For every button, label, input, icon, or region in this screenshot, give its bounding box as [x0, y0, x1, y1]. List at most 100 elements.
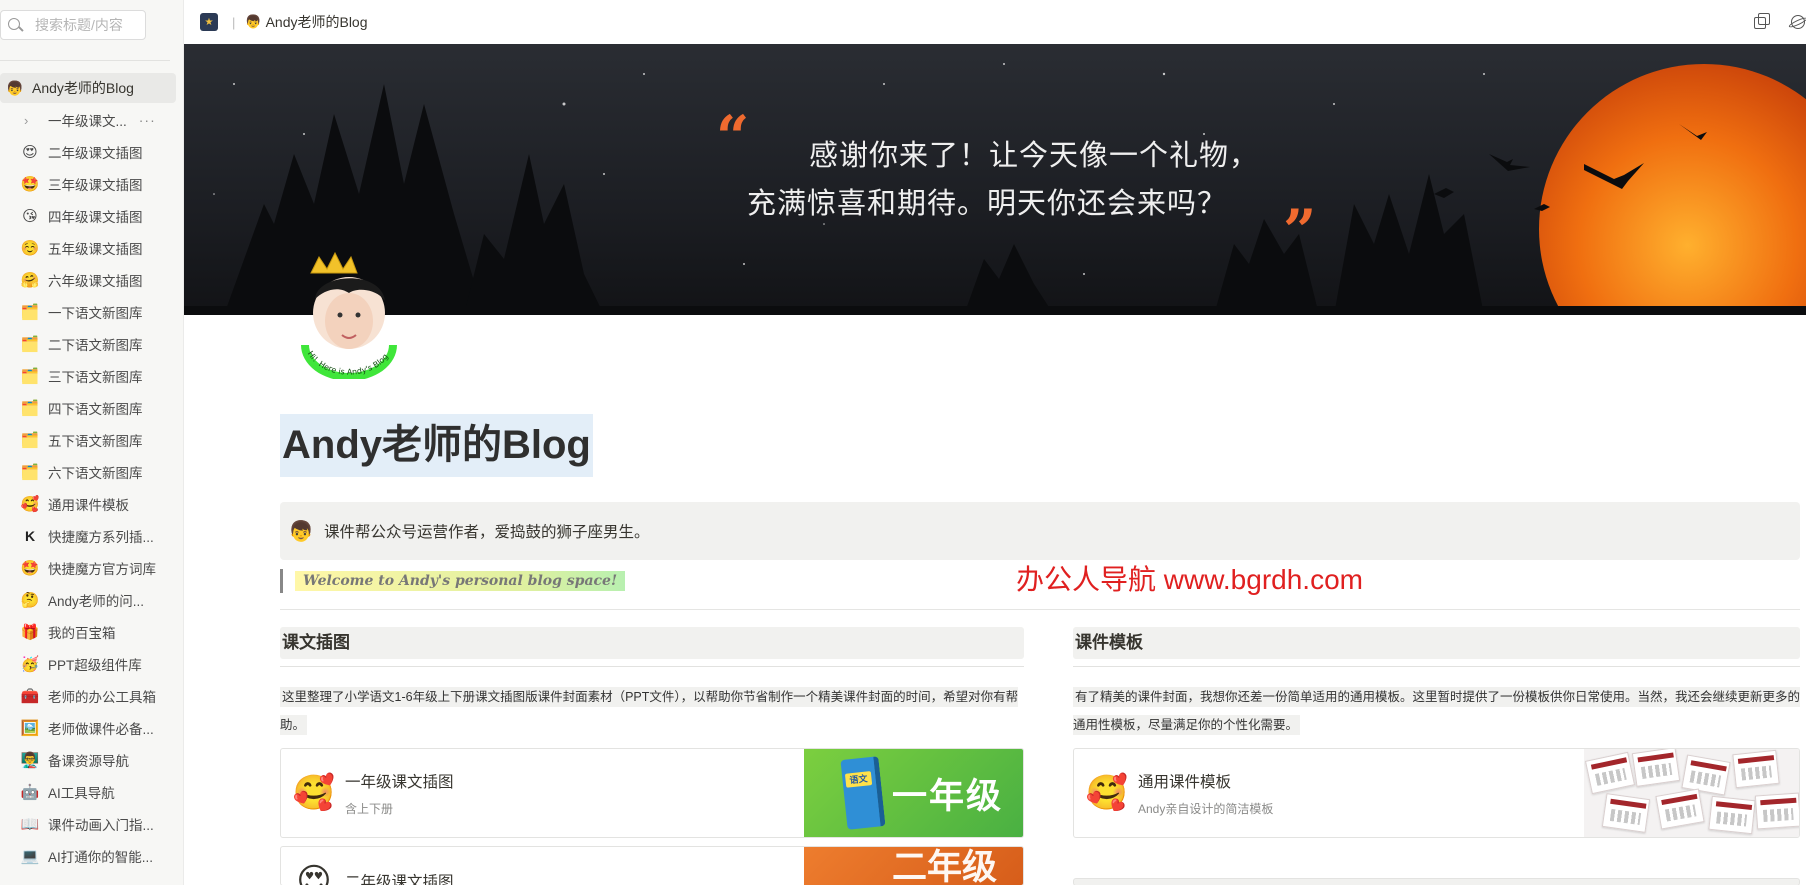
sidebar-item[interactable]: K 快捷魔方系列插...: [0, 520, 183, 552]
sidebar-item[interactable]: 🧰 老师的办公工具箱: [0, 680, 183, 712]
sidebar-item-icon: 😘: [22, 208, 38, 225]
sidebar-item[interactable]: 🗂️ 二下语文新图库: [0, 328, 183, 360]
sidebar-item[interactable]: 🥳 PPT超级组件库: [0, 648, 183, 680]
sidebar-item[interactable]: 😘 四年级课文插图: [0, 200, 183, 232]
sidebar-item[interactable]: 🗂️ 五下语文新图库: [0, 424, 183, 456]
section-description: 有了精美的课件封面，我想你还差一份简单适用的通用模板。这里暂时提供了一份模板供你…: [1073, 683, 1801, 739]
sidebar-item-label: 四下语文新图库: [48, 402, 143, 417]
sidebar-item-label: 六下语文新图库: [48, 466, 143, 481]
smiling-hearts-icon: 🥰: [292, 774, 336, 812]
banner-quote-line1: 感谢你来了！让今天像一个礼物，: [809, 138, 1260, 172]
sidebar-item-icon: 🗂️: [20, 368, 40, 385]
sidebar-item-label: 五年级课文插图: [48, 242, 143, 257]
chevron-right-icon[interactable]: ›: [24, 113, 38, 128]
sidebar-item-label: 老师的办公工具箱: [48, 690, 156, 705]
sidebar-item-label: 一下语文新图库: [48, 306, 143, 321]
avatar[interactable]: Hi！Here is Andy's Blog: [297, 251, 401, 381]
sidebar-item[interactable]: ☺️ 五年级课文插图: [0, 232, 183, 264]
sidebar-item-icon: 🗂️: [20, 400, 40, 417]
sidebar: 搜索标题/内容 👦 Andy老师的Blog › 一年级课文... ··· 😍 二年级课文…: [0, 0, 184, 885]
sidebar-item-label: AI工具导航: [48, 786, 115, 801]
sidebar-item-label: Andy老师的Blog: [32, 80, 134, 96]
page-icon[interactable]: ★: [200, 13, 218, 31]
sidebar-item-label: 六年级课文插图: [48, 274, 143, 289]
sidebar-item-icon: 🥳: [20, 656, 40, 673]
planet-icon[interactable]: [1788, 12, 1806, 30]
sidebar-item-icon: K: [24, 528, 36, 544]
card-placeholder[interactable]: [1073, 878, 1800, 885]
card-thumbnail: 二年级: [804, 847, 1023, 885]
quote-text: Welcome to Andy's personal blog space!: [295, 571, 626, 591]
callout-block[interactable]: 👦 课件帮公众号运营作者，爱捣鼓的狮子座男生。: [280, 502, 1800, 560]
sidebar-item[interactable]: 🤖 AI工具导航: [0, 776, 183, 808]
sidebar-item[interactable]: 📖 课件动画入门指...: [0, 808, 183, 840]
sidebar-nav-list: › 一年级课文... ··· 😍 二年级课文插图 🤩 三年级课文插图 😘 四年级课文插图 ☺️ 五年…: [0, 104, 183, 872]
sidebar-item-icon: ☺️: [20, 240, 40, 257]
sidebar-item[interactable]: › 一年级课文... ···: [0, 104, 183, 136]
card-grade1[interactable]: 🥰 一年级课文插图 含上下册 语文 一年级: [280, 748, 1024, 838]
section-description: 这里整理了小学语文1-6年级上下册课文插图版课件封面素材（PPT文件），以帮助你…: [280, 683, 1024, 739]
sidebar-item[interactable]: 😍 二年级课文插图: [0, 136, 183, 168]
sidebar-item[interactable]: 🖼️ 老师做课件必备...: [0, 712, 183, 744]
search-placeholder: 搜索标题/内容: [35, 17, 123, 33]
sidebar-item-icon: 🥰: [20, 496, 40, 513]
sidebar-item-label: 一年级课文...: [48, 114, 127, 129]
sidebar-item-icon: 📖: [20, 816, 40, 833]
card-title: 通用课件模板: [1138, 773, 1232, 791]
card-subtitle: Andy亲自设计的简洁模板: [1138, 801, 1274, 816]
sidebar-divider: [0, 60, 170, 61]
watermark: 办公人导航 www.bgrdh.com: [1016, 564, 1363, 595]
sidebar-item[interactable]: 💻 AI打通你的智能...: [0, 840, 183, 872]
sidebar-item-label: 四年级课文插图: [48, 210, 143, 225]
sidebar-item-root[interactable]: 👦 Andy老师的Blog: [0, 73, 176, 103]
sidebar-item[interactable]: 🗂️ 一下语文新图库: [0, 296, 183, 328]
sidebar-item[interactable]: 🗂️ 三下语文新图库: [0, 360, 183, 392]
card-grade2[interactable]: 😍 二年级课文插图 二年级: [280, 846, 1024, 885]
card-thumbnail: 语文 一年级: [804, 749, 1023, 837]
sidebar-item[interactable]: 🗂️ 六下语文新图库: [0, 456, 183, 488]
more-options-icon[interactable]: ···: [139, 112, 156, 128]
sidebar-item[interactable]: 🤔 Andy老师的问...: [0, 584, 183, 616]
sidebar-item-label: 三下语文新图库: [48, 370, 143, 385]
sidebar-item-icon: 💻: [20, 848, 40, 865]
section-heading-templates[interactable]: 课件模板: [1073, 627, 1800, 659]
quote-block[interactable]: Welcome to Andy's personal blog space!: [280, 569, 626, 593]
section-heading-illustrations[interactable]: 课文插图: [280, 627, 1024, 659]
heart-eyes-icon: 😍: [296, 862, 332, 885]
avatar-portrait: Hi！Here is Andy's Blog: [301, 251, 397, 381]
sidebar-item-label: Andy老师的问...: [48, 594, 145, 609]
sidebar-item-icon: 🤖: [20, 784, 40, 801]
sidebar-item[interactable]: 🤗 六年级课文插图: [0, 264, 183, 296]
sidebar-item-label: 二下语文新图库: [48, 338, 143, 353]
sidebar-item[interactable]: 🎁 我的百宝箱: [0, 616, 183, 648]
quote-open-mark: “: [716, 103, 750, 171]
sidebar-item[interactable]: 🗂️ 四下语文新图库: [0, 392, 183, 424]
boy-icon: 👦: [288, 520, 314, 543]
sidebar-item-label: 备课资源导航: [48, 754, 129, 769]
sidebar-item[interactable]: 👨‍🏫 备课资源导航: [0, 744, 183, 776]
breadcrumb[interactable]: Andy老师的Blog: [266, 12, 368, 32]
card-subtitle: 含上下册: [345, 801, 394, 816]
card-thumbnail: [1584, 749, 1799, 837]
divider: [280, 609, 1800, 610]
boy-icon: 👦: [6, 79, 24, 96]
sidebar-item[interactable]: 🤩 三年级课文插图: [0, 168, 183, 200]
topbar-actions: [1752, 12, 1806, 30]
sidebar-item-label: 五下语文新图库: [48, 434, 143, 449]
search-input[interactable]: 搜索标题/内容: [0, 10, 146, 40]
sidebar-item[interactable]: 🤩 快捷魔方官方词库: [0, 552, 183, 584]
top-bar: ★ | 👦 Andy老师的Blog: [184, 0, 1806, 44]
sidebar-item-icon: 😍: [22, 144, 38, 161]
page-title[interactable]: Andy老师的Blog: [280, 414, 593, 477]
sidebar-item-label: 课件动画入门指...: [48, 818, 154, 833]
sidebar-item[interactable]: 🥰 通用课件模板: [0, 488, 183, 520]
sidebar-item-label: 快捷魔方系列插...: [48, 530, 154, 545]
sidebar-item-icon: 🗂️: [20, 464, 40, 481]
sidebar-item-icon: 🗂️: [20, 432, 40, 449]
sidebar-item-label: PPT超级组件库: [48, 658, 142, 673]
duplicate-icon[interactable]: [1752, 12, 1770, 30]
cover-banner: “ 感谢你来了！让今天像一个礼物， 充满惊喜和期待。明天你还会来吗？ ”: [184, 44, 1806, 315]
sidebar-item-label: 老师做课件必备...: [48, 722, 154, 737]
card-title: 二年级课文插图: [345, 874, 454, 885]
card-template[interactable]: 🥰 通用课件模板 Andy亲自设计的简洁模板: [1073, 748, 1800, 838]
